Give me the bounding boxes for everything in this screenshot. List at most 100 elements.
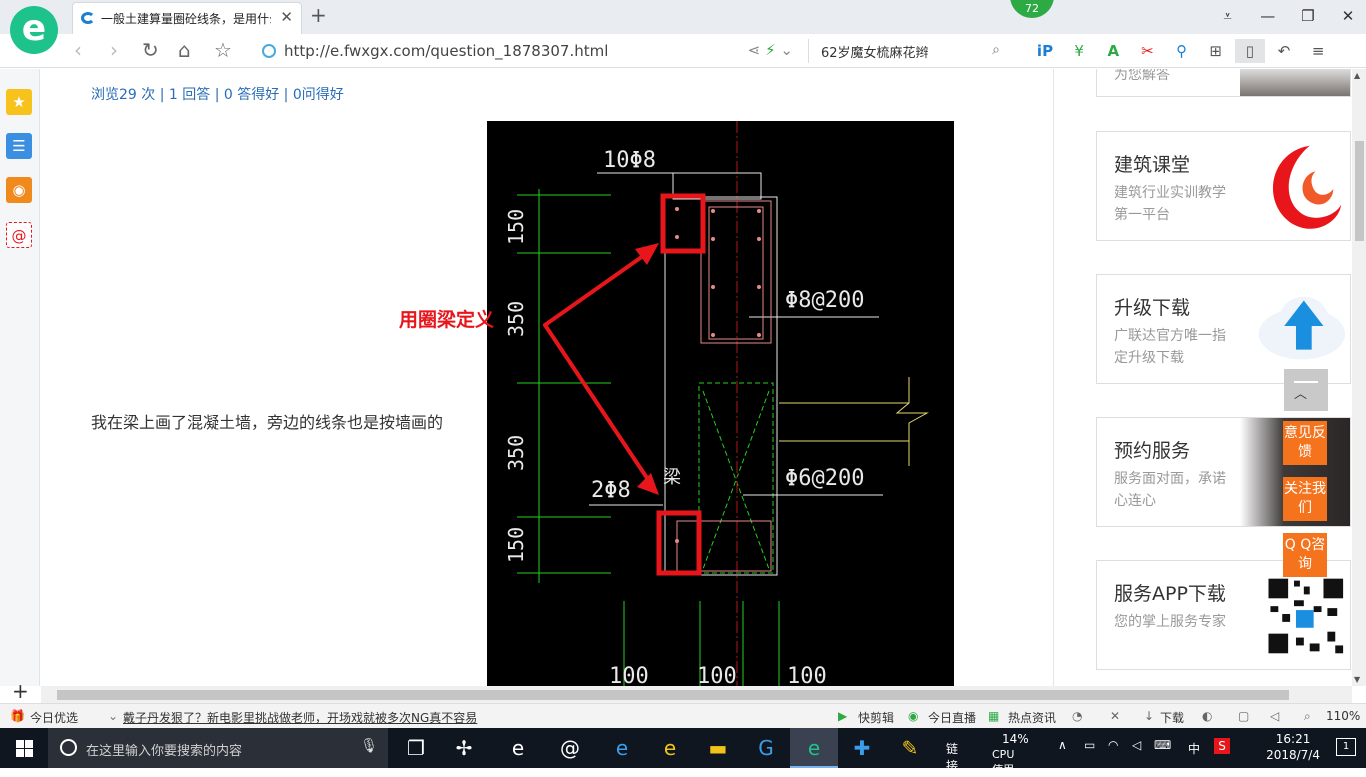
clock[interactable]: 16:21 2018/7/4 — [1266, 731, 1320, 763]
taskbar-search[interactable]: 在这里输入你要搜索的内容 🎙 — [48, 728, 388, 768]
address-bar[interactable]: http://e.fwxgx.com/question_1878307.html… — [258, 39, 803, 63]
share-icon[interactable]: ⋖ — [748, 41, 761, 59]
g-app-icon[interactable]: G — [742, 728, 790, 768]
cpu-label[interactable]: CPU使用 — [992, 748, 1014, 777]
taskbar-search-placeholder[interactable]: 在这里输入你要搜索的内容 — [86, 740, 242, 759]
window-icon[interactable]: ▢ — [1238, 709, 1249, 723]
volume-icon[interactable]: ◁ — [1270, 709, 1279, 723]
home-button[interactable]: ⌂ — [178, 38, 191, 62]
undo-icon[interactable]: ↶ — [1269, 39, 1299, 63]
speed-icon[interactable]: ◔ — [1072, 709, 1082, 723]
forward-button[interactable]: › — [110, 38, 118, 62]
hot-news-link[interactable]: 热点资讯 — [1008, 709, 1056, 726]
tray-expand-icon[interactable]: ∧ — [1058, 738, 1067, 752]
qq-consult-button[interactable]: Q Q咨询 — [1283, 533, 1327, 577]
cpu-usage[interactable]: 14% — [1002, 732, 1029, 746]
swirl-app-icon[interactable]: @ — [546, 728, 594, 768]
scroll-down-icon[interactable]: ▼ — [1354, 675, 1360, 684]
address-dropdown-icon[interactable]: ⌄ — [780, 41, 793, 59]
reload-button[interactable]: ↻ — [142, 38, 159, 62]
qr-code-icon — [1266, 576, 1346, 656]
scroll-up-icon[interactable]: ▲ — [1354, 71, 1360, 80]
microphone-icon[interactable]: 🎙 — [360, 738, 378, 754]
download-link[interactable]: 下载 — [1160, 709, 1184, 726]
keyboard-icon[interactable]: ⌨ — [1154, 738, 1171, 752]
search-query[interactable]: 62岁魔女梳麻花辫 — [821, 42, 929, 61]
quick-edit-icon[interactable]: ▶ — [838, 709, 847, 723]
tools-icon[interactable]: ✕ — [1110, 709, 1120, 723]
sogou-ime-icon[interactable]: S — [1214, 738, 1230, 754]
vertical-scroll-thumb[interactable] — [1355, 141, 1364, 241]
search-box[interactable]: 62岁魔女梳麻花辫 ⌕ — [808, 39, 1008, 63]
zoom-icon[interactable]: ⌕ — [1304, 709, 1311, 724]
tab-close-icon[interactable]: ✕ — [280, 8, 293, 26]
favorite-button[interactable]: ☆ — [214, 38, 232, 62]
start-button[interactable] — [0, 728, 48, 768]
notification-center-icon[interactable]: 1 — [1336, 738, 1356, 756]
news-icon[interactable]: ▦ — [988, 709, 999, 723]
back-button[interactable]: ‹ — [74, 38, 82, 62]
back-to-top-button[interactable]: ︿ — [1284, 369, 1328, 411]
mobile-icon[interactable]: ▯ — [1234, 39, 1265, 63]
ime-indicator[interactable]: 中 — [1188, 740, 1200, 757]
browser-taskbar-icon[interactable]: e — [790, 728, 838, 768]
live-link[interactable]: 今日直播 — [928, 709, 976, 726]
link-toolbar[interactable]: 链接 — [946, 740, 958, 774]
horizontal-scroll-thumb[interactable] — [57, 690, 1289, 700]
browser-logo-icon[interactable]: e — [10, 6, 58, 54]
skin-icon[interactable]: ⩡ — [1210, 0, 1246, 32]
file-explorer-icon[interactable]: ▬ — [694, 728, 742, 768]
search-icon[interactable]: ⌕ — [992, 42, 1000, 58]
weibo-icon[interactable]: ◉ — [6, 177, 32, 203]
restore-button[interactable]: ❐ — [1290, 0, 1326, 32]
ip-extension-icon[interactable]: iP — [1030, 39, 1060, 63]
news-ticker[interactable]: 戴子丹发狠了？新电影里挑战做老师，开场戏就被多次NG真不容易 — [123, 709, 477, 726]
site-info-icon[interactable] — [262, 44, 276, 58]
edge-icon[interactable]: e — [598, 728, 646, 768]
new-tab-button[interactable]: + — [310, 3, 327, 27]
quick-edit-link[interactable]: 快剪辑 — [858, 709, 894, 726]
live-icon[interactable]: ◉ — [908, 709, 918, 723]
fan-app-icon[interactable]: ✢ — [440, 728, 488, 768]
stirrup-top-label: Φ8@200 — [785, 288, 864, 313]
card-upgrade-download[interactable]: 升级下载 广联达官方唯一指定升级下载 — [1096, 274, 1351, 384]
volume-tray-icon[interactable]: ◁ — [1132, 738, 1141, 752]
today-picks[interactable]: 今日优选 — [30, 709, 78, 726]
minimize-button[interactable]: — — [1250, 0, 1286, 32]
vertical-scrollbar[interactable]: ▲ ▼ — [1352, 69, 1366, 686]
ie-green-icon[interactable]: e — [494, 728, 542, 768]
reading-list-icon[interactable]: ☰ — [6, 133, 32, 159]
battery-icon[interactable]: ▭ — [1084, 738, 1095, 752]
question-stats[interactable]: 浏览29 次 | 1 回答 | 0 答得好 | 0问得好 — [91, 84, 344, 104]
card-answer[interactable]: 为您解答 — [1096, 69, 1351, 97]
speed-badge[interactable]: 72 — [1010, 0, 1054, 18]
speed-mode-icon[interactable]: ⚡ — [765, 41, 776, 59]
follow-us-button[interactable]: 关注我们 — [1283, 477, 1327, 521]
zoom-level[interactable]: 110% — [1326, 709, 1360, 723]
url-text[interactable]: http://e.fwxgx.com/question_1878307.html — [284, 42, 608, 60]
translate-icon[interactable]: A — [1098, 39, 1128, 63]
cortana-icon[interactable] — [60, 739, 77, 756]
horizontal-scrollbar[interactable] — [41, 686, 1352, 703]
scissors-icon[interactable]: ✂ — [1132, 39, 1162, 63]
close-window-button[interactable]: ✕ — [1330, 0, 1366, 32]
feedback-button[interactable]: 意见反馈 — [1283, 421, 1327, 465]
plus-app-icon[interactable]: ✚ — [838, 728, 886, 768]
sidebar-add-button[interactable]: + — [12, 679, 29, 703]
menu-icon[interactable]: ≡ — [1303, 39, 1333, 63]
mail-icon[interactable]: @ — [6, 222, 32, 248]
gift-icon[interactable]: 🎁 — [10, 709, 25, 723]
browser-tab[interactable]: 一般土建算量圈砼线条，是用什么 ✕ — [72, 2, 302, 34]
download-icon[interactable]: ↓ — [1144, 709, 1154, 723]
apps-grid-icon[interactable]: ⊞ — [1201, 39, 1231, 63]
card-building-class[interactable]: 建筑课堂 建筑行业实训教学第一平台 — [1096, 131, 1351, 241]
notepad-icon[interactable]: ✎ — [886, 728, 934, 768]
cleanup-icon[interactable]: ◐ — [1202, 709, 1212, 723]
news-dropdown-icon[interactable]: ⌄ — [108, 709, 118, 723]
favorites-star-icon[interactable]: ★ — [6, 89, 32, 115]
task-view-icon[interactable]: ❐ — [392, 728, 440, 768]
ie-icon[interactable]: e — [646, 728, 694, 768]
search-tool-icon[interactable]: ⚲ — [1167, 39, 1197, 63]
wifi-icon[interactable]: ◠ — [1108, 738, 1118, 752]
shield-icon[interactable]: ¥ — [1064, 39, 1094, 63]
